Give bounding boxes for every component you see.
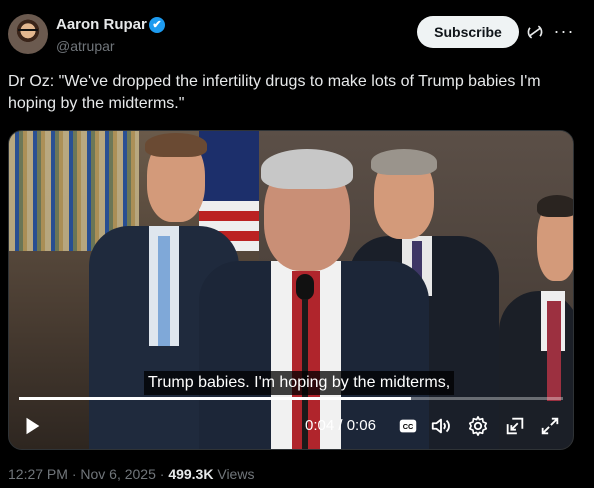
duration: 0:06 [346, 417, 376, 434]
timestamp[interactable]: 12:27 PM · Nov 6, 2025 · [8, 466, 168, 482]
avatar-glasses [18, 29, 38, 37]
author-name[interactable]: Aaron Rupar [56, 16, 147, 33]
microphone [296, 274, 314, 300]
video-player[interactable]: Trump babies. I'm hoping by the midterms… [8, 130, 574, 450]
current-time: 0:04 [305, 417, 335, 434]
play-icon[interactable] [21, 415, 43, 437]
picture-in-picture-icon[interactable] [504, 415, 526, 437]
fullscreen-icon[interactable] [539, 415, 561, 437]
flag-canton [199, 131, 259, 201]
tweet-text: Dr Oz: "We've dropped the infertility dr… [8, 73, 541, 112]
subscribe-button[interactable]: Subscribe [417, 16, 519, 48]
verified-badge-icon[interactable]: ✔ [149, 17, 165, 33]
grok-icon[interactable] [525, 22, 545, 42]
closed-captions-icon[interactable]: CC [397, 415, 419, 437]
time-separator: / [334, 417, 347, 434]
video-frame [9, 131, 573, 449]
views-count: 499.3K [168, 466, 214, 482]
settings-icon[interactable] [467, 415, 489, 437]
video-controls: 0:04 / 0:06 CC [9, 407, 573, 447]
avatar[interactable] [8, 14, 48, 54]
svg-text:CC: CC [403, 422, 414, 431]
video-caption: Trump babies. I'm hoping by the midterms… [144, 371, 455, 395]
author-handle[interactable]: @atrupar [56, 38, 115, 54]
more-options-icon[interactable]: ··· [553, 20, 575, 42]
video-progress-bar[interactable] [19, 397, 563, 400]
video-progress-fill [19, 397, 411, 400]
tweet-header: Aaron Rupar ✔ @atrupar Subscribe ··· [0, 0, 594, 66]
tweet-metadata: 12:27 PM · Nov 6, 2025 · 499.3K Views [8, 466, 254, 482]
views-label: Views [213, 466, 255, 482]
video-time: 0:04 / 0:06 [305, 417, 376, 434]
volume-icon[interactable] [430, 415, 452, 437]
